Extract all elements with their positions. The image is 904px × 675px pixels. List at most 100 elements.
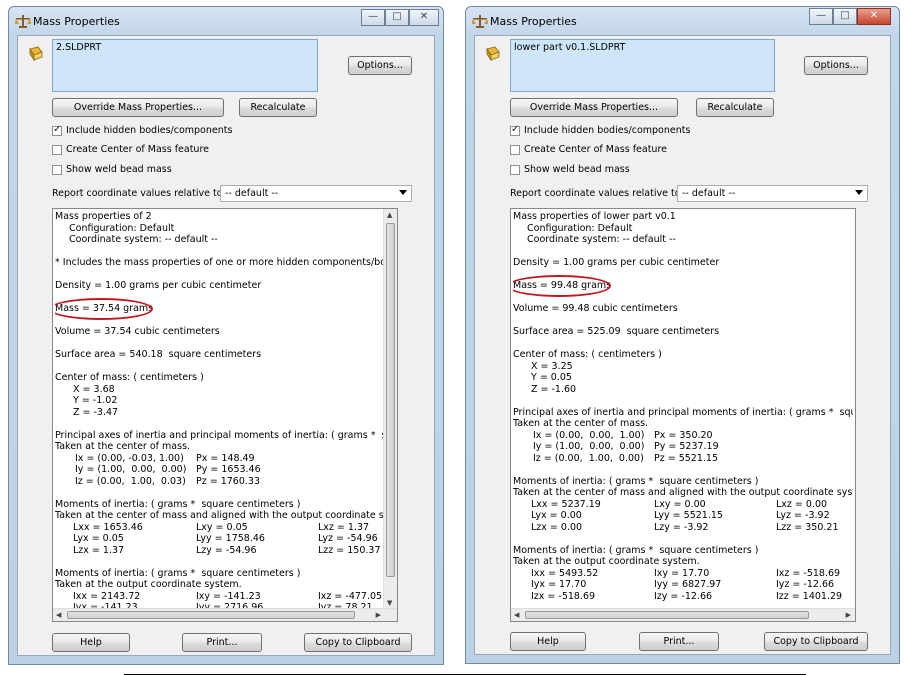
- result-line-col2: Ixy = 17.70: [654, 567, 710, 579]
- checkbox-unchecked[interactable]: [52, 164, 62, 175]
- coordinate-system-dropdown[interactable]: -- default --: [677, 185, 868, 202]
- scroll-up-arrow-icon[interactable]: ▲: [387, 211, 392, 219]
- result-line-col2: Px = 350.20: [654, 429, 713, 441]
- show-weld-bead-checkbox[interactable]: Show weld bead mass: [52, 164, 172, 175]
- vertical-scrollbar[interactable]: ▲ ▼: [383, 209, 397, 609]
- result-line-col3: Lxz = 1.37: [318, 521, 370, 533]
- result-line: Mass properties of 2: [55, 211, 152, 222]
- include-hidden-checkbox[interactable]: Include hidden bodies/components: [510, 124, 690, 136]
- close-button[interactable]: ✕: [857, 8, 891, 25]
- create-com-feature-checkbox[interactable]: Create Center of Mass feature: [510, 144, 667, 155]
- horizontal-scrollbar[interactable]: ◀ ▶: [511, 608, 855, 621]
- horizontal-scroll-thumb[interactable]: [67, 611, 355, 619]
- selected-file-name: lower part v0.1.SLDPRT: [514, 42, 626, 53]
- results-text-area[interactable]: Mass properties of 2 Configuration: Defau…: [52, 208, 398, 622]
- mass-highlight-oval: [55, 298, 153, 320]
- checkbox-checked[interactable]: [510, 124, 520, 136]
- result-line-col2: Lxy = 0.00: [654, 498, 706, 510]
- result-line: Lxx = 5237.19: [531, 498, 601, 510]
- document-part-icon: [29, 46, 43, 62]
- result-line-col2: Lzy = -54.96: [196, 544, 257, 556]
- checkbox-checked[interactable]: [52, 124, 62, 136]
- scroll-right-arrow-icon[interactable]: ▶: [376, 611, 381, 619]
- recalculate-button[interactable]: Recalculate: [696, 98, 774, 117]
- dialog-client: 2.SLDPRT Options... Override Mass Proper…: [17, 35, 435, 656]
- result-line-col2: Lyy = 1758.46: [196, 533, 265, 544]
- result-line-col2: Py = 1653.46: [196, 464, 261, 475]
- results-text-area[interactable]: Mass properties of lower part v0.1 Config…: [510, 208, 856, 622]
- result-line: Iyx = 17.70: [531, 579, 587, 590]
- chevron-down-icon[interactable]: [855, 190, 863, 195]
- result-line: Coordinate system: -- default --: [69, 234, 218, 245]
- result-line: Configuration: Default: [69, 222, 175, 234]
- result-line: Lzx = 1.37: [73, 544, 125, 556]
- help-button[interactable]: Help: [52, 633, 130, 652]
- result-line: Density = 1.00 grams per cubic centimete…: [55, 280, 262, 291]
- dropdown-value: -- default --: [225, 188, 279, 199]
- selected-component-list[interactable]: lower part v0.1.SLDPRT: [510, 39, 775, 92]
- copy-to-clipboard-button[interactable]: Copy to Clipboard: [304, 633, 412, 652]
- include-hidden-checkbox[interactable]: Include hidden bodies/components: [52, 124, 233, 136]
- checkbox-unchecked[interactable]: [52, 144, 62, 155]
- horizontal-scrollbar[interactable]: ◀ ▶: [53, 608, 397, 621]
- result-line: Taken at the output coordinate system.: [513, 556, 700, 567]
- print-button[interactable]: Print...: [639, 632, 719, 651]
- recalculate-button[interactable]: Recalculate: [239, 98, 317, 117]
- result-line: Ixx = 2143.72: [73, 590, 141, 602]
- result-line: Lzx = 0.00: [531, 521, 583, 533]
- mass-properties-window-right: Mass Properties — □ ✕ lower part v0.1.SL…: [465, 6, 900, 664]
- results-content: Mass properties of lower part v0.1 Config…: [513, 211, 853, 609]
- horizontal-scroll-thumb[interactable]: [525, 611, 809, 619]
- scroll-left-arrow-icon[interactable]: ◀: [56, 611, 61, 619]
- result-line-col2: Pz = 5521.15: [654, 452, 718, 464]
- result-line: Iy = (1.00, 0.00, 0.00): [533, 441, 645, 452]
- result-line-col2: Izy = -12.66: [654, 590, 713, 602]
- result-line: Y = -1.02: [73, 395, 118, 406]
- create-com-feature-checkbox[interactable]: Create Center of Mass feature: [52, 144, 209, 155]
- selected-file-name: 2.SLDPRT: [56, 42, 102, 53]
- result-line: Moments of inertia: ( grams * square cen…: [513, 544, 759, 556]
- report-coordinate-label: Report coordinate values relative to:: [52, 188, 226, 199]
- coordinate-system-dropdown[interactable]: -- default --: [220, 185, 412, 202]
- scroll-left-arrow-icon[interactable]: ◀: [514, 611, 519, 619]
- vertical-scroll-thumb[interactable]: [386, 223, 395, 577]
- result-line: Lyx = 0.00: [531, 510, 582, 521]
- options-button[interactable]: Options...: [804, 56, 868, 75]
- checkbox-label: Include hidden bodies/components: [66, 125, 233, 136]
- show-weld-bead-checkbox[interactable]: Show weld bead mass: [510, 164, 630, 175]
- selected-component-list[interactable]: 2.SLDPRT: [52, 39, 318, 92]
- checkbox-label: Create Center of Mass feature: [524, 144, 667, 155]
- window-title: Mass Properties: [490, 15, 577, 28]
- result-line: Lxx = 1653.46: [73, 521, 143, 533]
- scroll-right-arrow-icon[interactable]: ▶: [846, 611, 851, 619]
- minimize-button[interactable]: —: [809, 8, 833, 25]
- chevron-down-icon[interactable]: [399, 190, 407, 195]
- result-line: Izx = -518.69: [531, 590, 596, 602]
- checkbox-unchecked[interactable]: [510, 144, 520, 155]
- result-line-col2: Pz = 1760.33: [196, 475, 260, 487]
- checkbox-unchecked[interactable]: [510, 164, 520, 175]
- minimize-button[interactable]: —: [361, 9, 385, 26]
- result-line-col2: Ixy = -141.23: [196, 590, 261, 602]
- title-bar[interactable]: Mass Properties — □ ✕: [466, 7, 899, 35]
- result-line: Ixx = 5493.52: [531, 567, 599, 579]
- result-line: Y = 0.05: [531, 372, 572, 383]
- options-button[interactable]: Options...: [348, 56, 412, 75]
- maximize-button[interactable]: □: [833, 8, 857, 25]
- title-bar[interactable]: Mass Properties — □ ✕: [9, 7, 443, 35]
- override-mass-properties-button[interactable]: Override Mass Properties...: [510, 98, 678, 117]
- mass-properties-icon: [15, 15, 31, 28]
- result-line-col3: Lyz = -3.92: [776, 510, 830, 521]
- result-line-col3: Izz = 1401.29: [776, 590, 843, 602]
- maximize-button[interactable]: □: [385, 9, 409, 26]
- close-button[interactable]: ✕: [409, 9, 439, 26]
- print-button[interactable]: Print...: [182, 633, 262, 652]
- copy-to-clipboard-button[interactable]: Copy to Clipboard: [764, 632, 868, 651]
- result-line-col3: Lxz = 0.00: [776, 498, 828, 510]
- dropdown-value: -- default --: [682, 188, 736, 199]
- help-button[interactable]: Help: [510, 632, 586, 651]
- result-line: Volume = 99.48 cubic centimeters: [513, 303, 678, 314]
- override-mass-properties-button[interactable]: Override Mass Properties...: [52, 98, 224, 117]
- scroll-down-arrow-icon[interactable]: ▼: [387, 599, 392, 607]
- result-line-col3: Iyz = -12.66: [776, 579, 835, 590]
